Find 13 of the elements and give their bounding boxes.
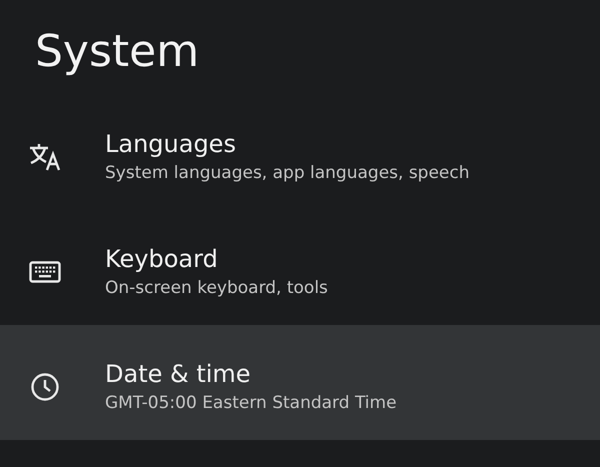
item-summary: On-screen keyboard, tools bbox=[105, 276, 328, 300]
settings-item[interactable]: Keyboard On-screen keyboard, tools bbox=[0, 210, 600, 325]
translate-icon bbox=[28, 142, 62, 172]
page-title: System bbox=[34, 25, 200, 79]
item-label: Date & time bbox=[105, 358, 252, 390]
clock-icon bbox=[30, 372, 60, 402]
item-summary: GMT-05:00 Eastern Standard Time bbox=[105, 392, 397, 414]
settings-item[interactable]: Languages System languages, app languages, speech bbox=[0, 95, 600, 210]
item-label: Languages bbox=[105, 128, 237, 160]
item-summary: System languages, app languages, speech bbox=[105, 162, 470, 184]
settings-item[interactable]: Date & time GMT-05:00 Eastern Standard Time bbox=[0, 325, 600, 440]
item-label: Keyboard bbox=[105, 244, 219, 274]
keyboard-icon bbox=[29, 260, 61, 282]
